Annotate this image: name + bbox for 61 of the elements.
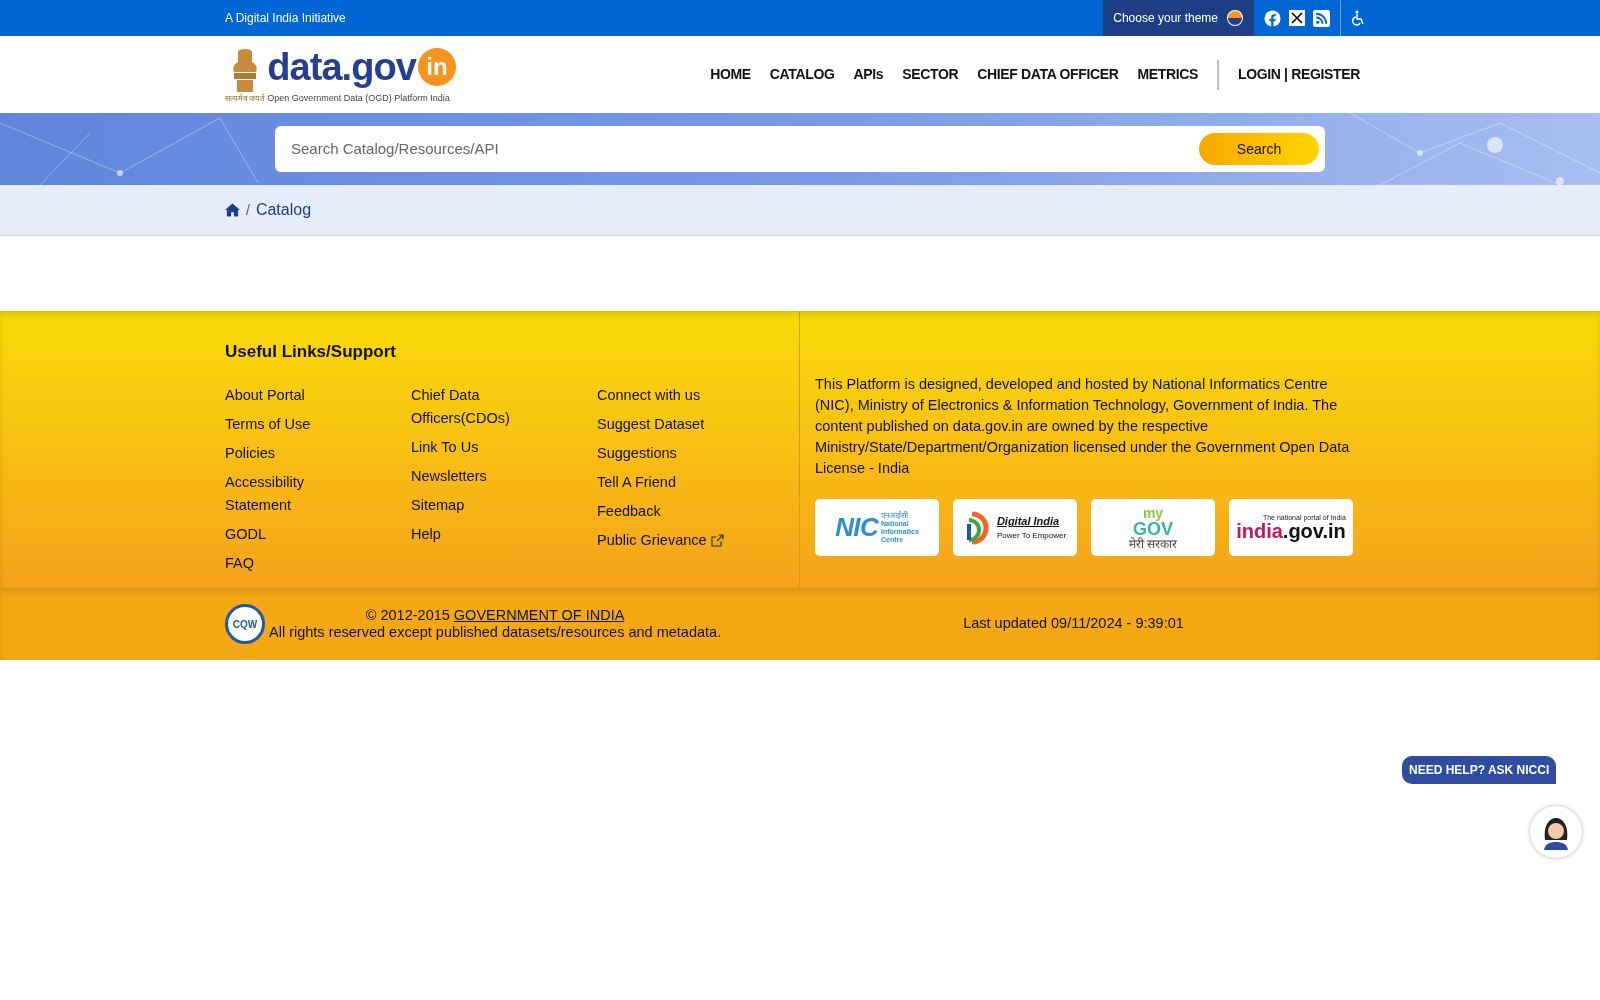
partner-logo[interactable]: Digital India Power To Empower xyxy=(953,499,1077,556)
logo-text: NIC xyxy=(835,511,879,544)
footer-link[interactable]: FAQ xyxy=(225,551,361,575)
footer-link[interactable]: Link To Us xyxy=(411,435,547,459)
last-updated-text: Last updated 09/11/2024 - 9:39:01 xyxy=(963,614,1184,634)
rights-text: All rights reserved except published datasets/resources and metadata. xyxy=(269,624,722,641)
nav-link[interactable]: SECTOR xyxy=(902,64,959,85)
footer-link[interactable]: Policies xyxy=(225,441,361,465)
government-link[interactable]: GOVERNMENT OF INDIA xyxy=(453,607,625,624)
site-logo-text: data.gov xyxy=(267,44,416,90)
logo-text: मेरी सरकार xyxy=(1128,537,1178,550)
accessibility-icon[interactable] xyxy=(1351,10,1365,26)
external-link-icon xyxy=(710,533,724,547)
footer-link[interactable]: Chief Data Officers(CDOs) xyxy=(411,383,547,430)
logo-text: GOV xyxy=(1133,519,1173,538)
emblem-motto: सत्यमेव जयते xyxy=(225,93,266,104)
partner-logo[interactable]: my GOV मेरी सरकार xyxy=(1091,499,1215,556)
search-button[interactable]: Search xyxy=(1199,133,1319,165)
footer-link[interactable]: Terms of Use xyxy=(225,412,361,436)
logo-text: .gov.in xyxy=(1282,521,1346,541)
nav-link[interactable]: APIs xyxy=(853,64,884,85)
logo-text: Digital India xyxy=(996,514,1061,530)
theme-button[interactable]: Choose your theme xyxy=(1103,0,1254,36)
footer-link[interactable]: Help xyxy=(411,522,547,546)
footer-link[interactable]: Suggest Dataset xyxy=(597,412,733,436)
footer-link[interactable]: Accessibility Statement xyxy=(225,470,361,517)
footer-link[interactable]: Connect with us xyxy=(597,383,733,407)
nav-link[interactable]: CATALOG xyxy=(769,64,835,85)
help-button[interactable]: NEED HELP? ASK NICCI xyxy=(1402,756,1557,784)
breadcrumb-separator: / xyxy=(246,200,250,220)
footer-link[interactable]: GODL xyxy=(225,522,361,546)
footer-link[interactable]: Sitemap xyxy=(411,493,547,517)
cqw-badge: CQW xyxy=(225,604,265,644)
tagline-text: A Digital India Initiative xyxy=(225,10,346,27)
logo-badge: in xyxy=(417,47,456,86)
home-icon[interactable] xyxy=(225,203,240,217)
logo-text: my xyxy=(1142,505,1164,520)
logo-text: एनआईसी xyxy=(881,511,910,520)
search-field[interactable]: Search Catalog/Resources/API Search xyxy=(275,126,1325,172)
footer-heading: Useful Links/Support xyxy=(225,341,397,363)
footer-link[interactable]: Tell A Friend xyxy=(597,470,733,494)
footer-link[interactable]: Feedback xyxy=(597,499,733,523)
logo-subtitle: Open Government Data (OGD) Platform India xyxy=(267,91,451,105)
rss-icon[interactable] xyxy=(1313,9,1330,27)
footer-link[interactable]: About Portal xyxy=(225,383,361,407)
logo-text: india xyxy=(1236,521,1283,541)
footer-link[interactable]: Public Grievance xyxy=(597,528,733,552)
breadcrumb-current: Catalog xyxy=(255,200,312,220)
logo-text: Power To Empower xyxy=(996,529,1067,542)
copyright-text: © 2012-2015 xyxy=(365,607,450,624)
theme-icon xyxy=(1226,9,1244,27)
facebook-icon[interactable] xyxy=(1264,9,1281,27)
nav-link[interactable]: CHIEF DATA OFFICER xyxy=(977,64,1119,85)
footer-link[interactable]: Suggestions xyxy=(597,441,733,465)
chatbot-avatar[interactable] xyxy=(1530,806,1582,858)
x-icon[interactable] xyxy=(1289,10,1305,26)
nav-link[interactable]: METRICS xyxy=(1137,64,1198,85)
login-link[interactable]: LOGIN | REGISTER xyxy=(1238,64,1360,85)
about-text: This Platform is designed, developed and hosted by National Informatics Centre (NIC), Ministry of Electronics & Information Technology, Government of India. The content published on data.gov.in are owned by the respective Ministry/State/Department/Organization licensed under the Government Open Data License - India xyxy=(815,375,1351,478)
nav-link[interactable]: HOME xyxy=(710,64,751,85)
footer-link[interactable]: Newsletters xyxy=(411,464,547,488)
